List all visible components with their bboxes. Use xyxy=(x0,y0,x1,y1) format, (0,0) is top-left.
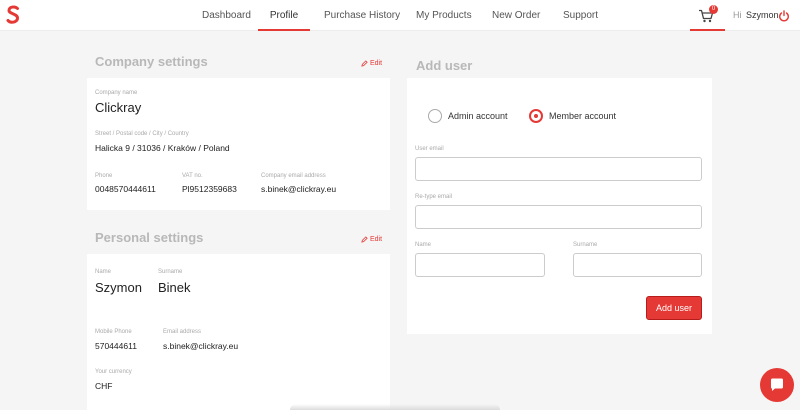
user-greeting: Hi Szymon xyxy=(733,0,779,31)
company-vat-label: VAT no. xyxy=(182,173,203,179)
nav-support[interactable]: Support xyxy=(563,0,598,31)
member-account-label: Member account xyxy=(549,111,617,121)
greeting-text: Hi xyxy=(733,10,742,20)
personal-name-value: Szymon xyxy=(95,280,142,295)
retype-email-input[interactable] xyxy=(415,205,702,229)
admin-account-radio[interactable]: Admin account xyxy=(428,109,508,123)
company-vat-value: Pl9512359683 xyxy=(182,184,237,194)
pencil-icon xyxy=(361,236,368,243)
personal-phone-value: 570444611 xyxy=(95,341,137,351)
name-input[interactable] xyxy=(415,253,545,277)
admin-account-label: Admin account xyxy=(448,111,508,121)
nav-purchase-history[interactable]: Purchase History xyxy=(324,0,400,31)
company-phone-value: 0048570444611 xyxy=(95,184,156,194)
brand-logo-icon[interactable] xyxy=(6,5,20,25)
personal-currency-value: CHF xyxy=(95,381,113,391)
nav-new-order[interactable]: New Order xyxy=(492,0,540,31)
surname-input[interactable] xyxy=(573,253,702,277)
user-email-label: User email xyxy=(415,146,444,152)
logout-power-icon[interactable] xyxy=(778,10,790,22)
personal-name-label: Name xyxy=(95,269,112,275)
retype-email-label: Re-type email xyxy=(415,194,453,200)
company-name-value: Clickray xyxy=(95,100,142,115)
admin-radio-circle[interactable] xyxy=(428,109,442,123)
member-account-radio[interactable]: Member account xyxy=(529,109,616,123)
nav-profile[interactable]: Profile xyxy=(258,0,310,31)
user-email-input[interactable] xyxy=(415,157,702,181)
personal-email-value: s.binek@clickray.eu xyxy=(163,341,239,351)
company-phone-label: Phone xyxy=(95,173,113,179)
nav-my-products[interactable]: My Products xyxy=(416,0,472,31)
top-navigation-bar: Dashboard Profile Purchase History My Pr… xyxy=(0,0,800,31)
add-user-button[interactable]: Add user xyxy=(646,296,702,320)
personal-surname-label: Surname xyxy=(158,269,183,275)
personal-currency-label: Your currency xyxy=(95,369,132,375)
company-address-value: Halicka 9 / 31036 / Kraków / Poland xyxy=(95,143,230,153)
company-settings-title: Company settings xyxy=(95,54,208,69)
company-settings-card: Company name Clickray Street / Postal co… xyxy=(87,78,390,210)
pencil-icon xyxy=(361,60,368,67)
cart-button[interactable]: 0 xyxy=(690,0,725,31)
surname-field-label: Surname xyxy=(573,242,598,248)
personal-settings-card: Name Szymon Surname Binek Mobile Phone 5… xyxy=(87,254,390,410)
user-name[interactable]: Szymon xyxy=(746,10,779,20)
company-email-value: s.binek@clickray.eu xyxy=(261,184,337,194)
personal-edit-label: Edit xyxy=(370,236,383,243)
member-radio-circle[interactable] xyxy=(529,109,543,123)
nav-dashboard[interactable]: Dashboard xyxy=(202,0,251,31)
personal-edit-link[interactable]: Edit xyxy=(361,236,382,243)
bottom-scroll-shadow xyxy=(290,404,500,410)
company-edit-link[interactable]: Edit xyxy=(361,60,382,67)
personal-phone-label: Mobile Phone xyxy=(95,329,132,335)
company-email-label: Company email address xyxy=(261,173,326,179)
chat-bubble-icon xyxy=(771,378,783,391)
personal-settings-title: Personal settings xyxy=(95,230,204,245)
cart-count-badge: 0 xyxy=(709,5,718,14)
add-user-title: Add user xyxy=(416,58,473,73)
name-field-label: Name xyxy=(415,242,432,248)
company-name-label: Company name xyxy=(95,90,138,96)
company-edit-label: Edit xyxy=(370,60,383,67)
chat-widget-button[interactable] xyxy=(760,368,794,402)
personal-surname-value: Binek xyxy=(158,280,191,295)
personal-email-label: Email address xyxy=(163,329,202,335)
company-address-label: Street / Postal code / City / Country xyxy=(95,131,189,137)
